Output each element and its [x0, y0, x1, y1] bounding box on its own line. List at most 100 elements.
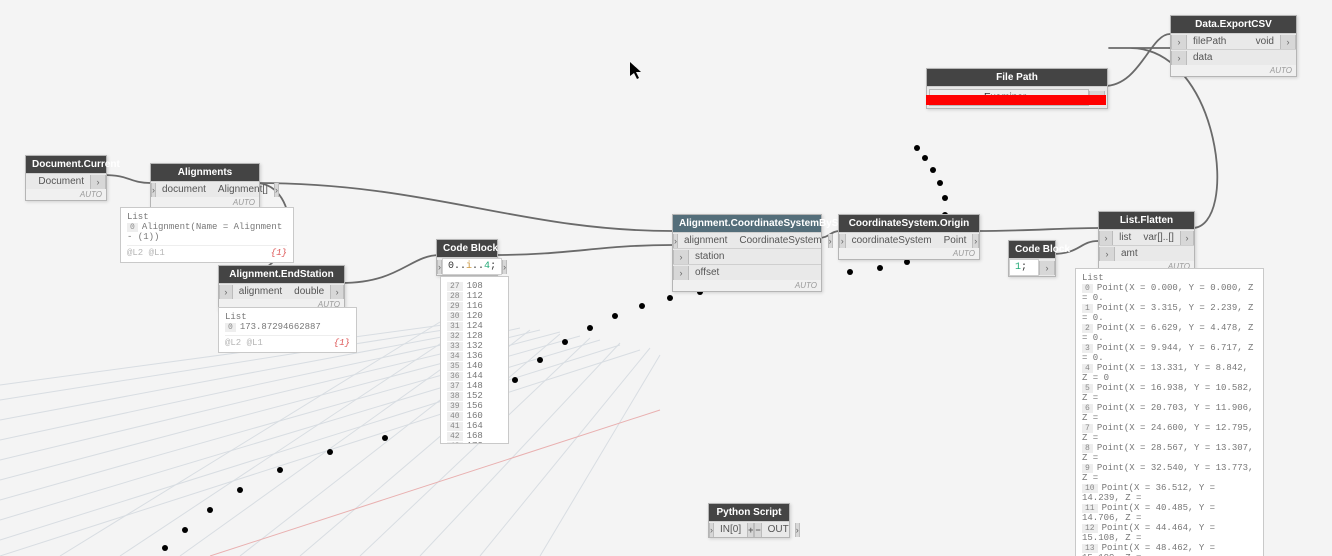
preview-header: List	[1082, 273, 1257, 283]
list-item: 0Point(X = 0.000, Y = 0.000, Z = 0.	[1082, 283, 1257, 303]
preview-row: 173.87294662887	[240, 322, 321, 332]
output-label: CoordinateSystem	[733, 233, 827, 248]
output-port[interactable]: ›	[1180, 231, 1194, 245]
lacing-label: AUTO	[1171, 65, 1296, 76]
list-item: 9Point(X = 32.540, Y = 13.773, Z =	[1082, 463, 1257, 483]
node-title: Document.Current	[26, 156, 106, 173]
node-coordinate-system-by-station-offset[interactable]: Alignment.CoordinateSystemByStationOffse…	[672, 214, 822, 292]
node-title: List.Flatten	[1099, 212, 1194, 229]
file-path-error-bar	[926, 95, 1106, 105]
node-title: Code Block	[1009, 241, 1055, 258]
list-item: 43172	[447, 441, 502, 444]
input-port[interactable]: ›	[673, 266, 689, 280]
output-label: Document	[26, 174, 90, 189]
preview-code-block-range: 2710828112291163012031124321283313234136…	[440, 276, 509, 444]
node-title: Python Script	[709, 504, 789, 521]
node-coordinatesystem-origin[interactable]: CoordinateSystem.Origin ›coordinateSyste…	[838, 214, 980, 260]
lacing-label: AUTO	[839, 248, 979, 259]
list-item: 7Point(X = 24.600, Y = 12.795, Z =	[1082, 423, 1257, 443]
node-title: File Path	[927, 69, 1107, 86]
output-port[interactable]: ›	[502, 260, 507, 274]
add-input-button[interactable]: +	[747, 523, 754, 537]
input-label: list	[1113, 230, 1137, 245]
list-item: 29116	[447, 301, 502, 311]
input-label: data	[1187, 50, 1218, 65]
mouse-cursor-icon	[630, 62, 644, 85]
list-item: 38152	[447, 391, 502, 401]
remove-input-button[interactable]: −	[754, 523, 761, 537]
node-document-current[interactable]: Document.Current Document› AUTO	[25, 155, 107, 201]
node-code-block-amt[interactable]: Code Block 1;›	[1008, 240, 1056, 277]
output-label: void	[1232, 34, 1280, 49]
output-port[interactable]: ›	[972, 234, 979, 248]
input-label: station	[689, 249, 730, 264]
input-label: filePath	[1187, 34, 1232, 49]
input-label: document	[156, 182, 212, 197]
input-label: alignment	[678, 233, 733, 248]
preview-endstation: List 0173.87294662887 @L2 @L1{1}	[218, 307, 357, 353]
lacing-label: AUTO	[673, 280, 821, 291]
output-port[interactable]: ›	[90, 175, 106, 189]
node-title: Alignment.EndStation	[219, 266, 344, 283]
list-item: 42168	[447, 431, 502, 441]
code-expression[interactable]: 1	[1015, 262, 1021, 273]
list-item: 39156	[447, 401, 502, 411]
list-item: 33132	[447, 341, 502, 351]
output-port[interactable]: ›	[1039, 261, 1055, 275]
list-item: 34136	[447, 351, 502, 361]
output-port[interactable]: ›	[828, 234, 833, 248]
output-label: double	[288, 284, 330, 299]
preview-alignments: List 0Alignment(Name = Alignment - (1)) …	[120, 207, 294, 263]
node-alignment-endstation[interactable]: Alignment.EndStation › alignment double …	[218, 265, 345, 311]
lacing-label: AUTO	[26, 189, 106, 200]
output-label: Alignment[]	[212, 182, 274, 197]
input-port[interactable]: ›	[1099, 231, 1113, 245]
node-title: Alignments	[151, 164, 259, 181]
list-item: 40160	[447, 411, 502, 421]
node-alignments[interactable]: Alignments › document Alignment[] › AUTO	[150, 163, 260, 209]
input-port[interactable]: ›	[1171, 51, 1187, 65]
list-item: 11Point(X = 40.485, Y = 14.706, Z =	[1082, 503, 1257, 523]
list-item: 5Point(X = 16.938, Y = 10.582, Z =	[1082, 383, 1257, 403]
output-label: var[]..[]	[1137, 230, 1180, 245]
input-label: IN[0]	[714, 522, 747, 537]
input-port[interactable]: ›	[219, 285, 233, 299]
list-item: 37148	[447, 381, 502, 391]
node-title: Data.ExportCSV	[1171, 16, 1296, 33]
output-port[interactable]: ›	[274, 183, 279, 197]
input-port[interactable]: ›	[839, 234, 846, 248]
list-item: 36144	[447, 371, 502, 381]
output-port[interactable]: ›	[795, 523, 800, 537]
input-port[interactable]: ›	[673, 250, 689, 264]
node-data-exportcsv[interactable]: Data.ExportCSV ›filePathvoid› ›data AUTO	[1170, 15, 1297, 77]
code-expression[interactable]: 0..i..4;	[448, 261, 496, 272]
node-title: Code Block	[437, 240, 497, 257]
list-item: 10Point(X = 36.512, Y = 14.239, Z =	[1082, 483, 1257, 503]
input-label: offset	[689, 265, 725, 280]
output-label: OUT	[762, 522, 795, 537]
node-title: Alignment.CoordinateSystemByStationOffse…	[673, 215, 821, 232]
list-item: 28112	[447, 291, 502, 301]
list-item: 2Point(X = 6.629, Y = 4.478, Z = 0.	[1082, 323, 1257, 343]
list-item: 13Point(X = 48.462, Y = 15.109, Z =	[1082, 543, 1257, 556]
input-label: coordinateSystem	[846, 233, 938, 248]
list-item: 35140	[447, 361, 502, 371]
input-label: alignment	[233, 284, 288, 299]
output-label: Point	[938, 233, 973, 248]
input-port[interactable]: ›	[1099, 247, 1115, 261]
input-port[interactable]: ›	[1171, 35, 1187, 49]
node-code-block-range[interactable]: Code Block › 0..i..4; ›	[436, 239, 498, 276]
list-item: 27108	[447, 281, 502, 291]
list-item: 3Point(X = 9.944, Y = 6.717, Z = 0.	[1082, 343, 1257, 363]
output-port[interactable]: ›	[330, 285, 344, 299]
list-item: 32128	[447, 331, 502, 341]
floor-grid-axis	[210, 410, 660, 556]
output-port[interactable]: ›	[1280, 35, 1296, 49]
node-python-script[interactable]: Python Script › IN[0] + − OUT ›	[708, 503, 790, 538]
input-label: amt	[1115, 246, 1144, 261]
list-item: 41164	[447, 421, 502, 431]
list-item: 31124	[447, 321, 502, 331]
list-item: 4Point(X = 13.331, Y = 8.842, Z = 0	[1082, 363, 1257, 383]
node-list-flatten[interactable]: List.Flatten ›listvar[]..[]› ›amt AUTO	[1098, 211, 1195, 273]
preview-header: List	[127, 212, 287, 222]
